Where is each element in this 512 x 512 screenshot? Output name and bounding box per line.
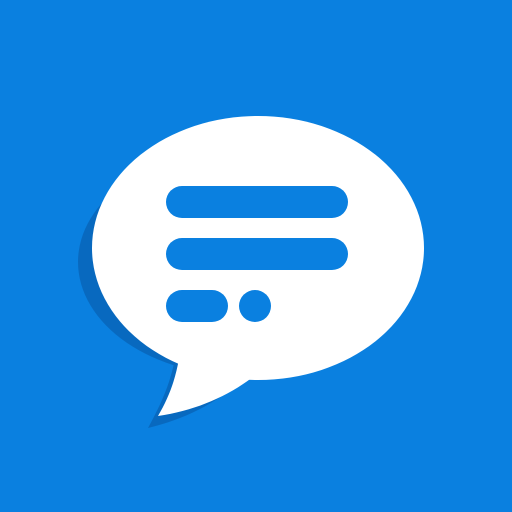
messaging-app-icon [0, 0, 512, 512]
message-line-1 [166, 186, 348, 218]
chat-bubble-icon [0, 0, 512, 512]
message-line-short [166, 290, 228, 322]
message-dot [239, 290, 271, 322]
message-line-2 [166, 238, 348, 270]
